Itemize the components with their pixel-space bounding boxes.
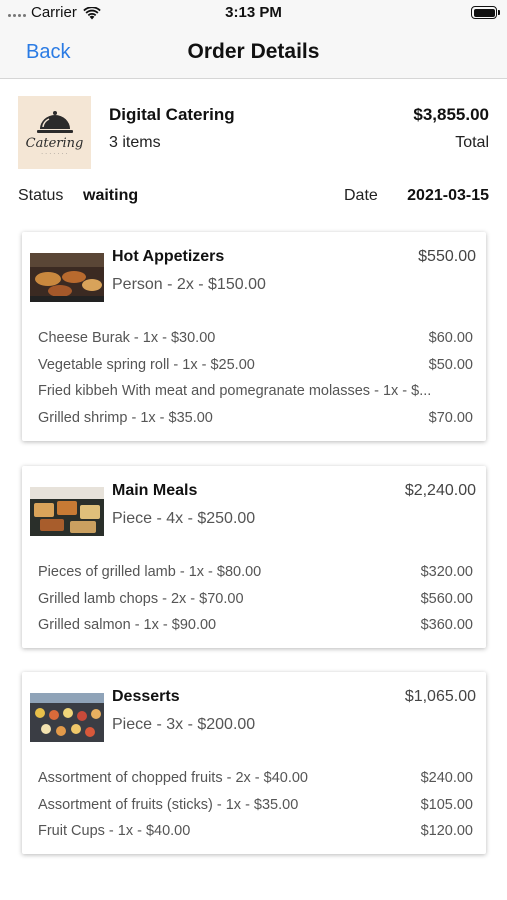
item-price: $2,240.00 [404, 482, 476, 499]
sub-item-list: Assortment of chopped fruits - 2x - $40.… [38, 770, 473, 850]
sub-item-price: $60.00 [428, 330, 473, 346]
battery-icon [471, 6, 500, 19]
sub-item-price: $50.00 [428, 356, 473, 373]
item-thumbnail-desserts [30, 693, 104, 742]
sub-item-name: Cheese Burak - 1x - $30.00 [38, 330, 216, 346]
status-bar: Carrier 3:13 PM [0, 0, 507, 28]
sub-item-name: Vegetable spring roll - 1x - $25.00 [38, 356, 255, 373]
sub-item-name: Assortment of chopped fruits - 2x - $40.… [38, 770, 308, 786]
item-unit-info: Piece - 3x - $200.00 [112, 716, 256, 733]
sub-item-name: Fruit Cups - 1x - $40.00 [38, 823, 191, 839]
sub-item-row: Fruit Cups - 1x - $40.00 $120.00 [38, 823, 473, 850]
sub-item-list: Pieces of grilled lamb - 1x - $80.00 $32… [38, 564, 473, 644]
status-label: Status [18, 187, 64, 204]
sub-item-row: Fried kibbeh With meat and pomegranate m… [38, 383, 473, 410]
clock: 3:13 PM [225, 4, 282, 21]
sub-item-name: Grilled shrimp - 1x - $35.00 [38, 409, 213, 426]
logo-wordmark: Catering [25, 135, 84, 151]
item-name: Hot Appetizers [112, 248, 225, 265]
logo-tagline: · · · · · · · [41, 150, 68, 157]
sub-item-row: Grilled salmon - 1x - $90.00 $360.00 [38, 617, 473, 644]
item-unit-info: Piece - 4x - $250.00 [112, 510, 256, 527]
sub-item-row: Assortment of chopped fruits - 2x - $40.… [38, 770, 473, 797]
sub-item-name: Grilled lamb chops - 2x - $70.00 [38, 590, 244, 607]
sub-item-price: $360.00 [420, 617, 473, 633]
page-title: Order Details [187, 40, 320, 63]
sub-item-price: $120.00 [420, 823, 473, 839]
sub-item-price: $105.00 [420, 796, 473, 813]
vendor-logo: Catering · · · · · · · [18, 96, 91, 169]
item-name: Main Meals [112, 482, 198, 499]
sub-item-list: Cheese Burak - 1x - $30.00 $60.00 Vegeta… [38, 330, 473, 436]
sub-item-price: $320.00 [420, 564, 473, 580]
sub-item-row: Assortment of fruits (sticks) - 1x - $35… [38, 797, 473, 824]
sub-item-name: Assortment of fruits (sticks) - 1x - $35… [38, 796, 299, 813]
sub-item-row: Cheese Burak - 1x - $30.00 $60.00 [38, 330, 473, 357]
item-thumbnail-main-meals [30, 487, 104, 536]
sub-item-name: Pieces of grilled lamb - 1x - $80.00 [38, 564, 262, 580]
sub-item-row: Grilled lamb chops - 2x - $70.00 $560.00 [38, 591, 473, 618]
order-item-card[interactable]: Desserts $1,065.00 Piece - 3x - $200.00 … [22, 672, 486, 854]
item-thumbnail-hot-appetizers [30, 253, 104, 302]
item-name: Desserts [112, 688, 180, 705]
sub-item-row: Grilled shrimp - 1x - $35.00 $70.00 [38, 410, 473, 437]
order-item-card[interactable]: Main Meals $2,240.00 Piece - 4x - $250.0… [22, 466, 486, 648]
sub-item-price: $70.00 [428, 409, 473, 426]
order-item-card[interactable]: Hot Appetizers $550.00 Person - 2x - $15… [22, 232, 486, 441]
date-label: Date [344, 187, 378, 204]
sub-item-name: Fried kibbeh With meat and pomegranate m… [38, 383, 432, 399]
sub-item-row: Vegetable spring roll - 1x - $25.00 $50.… [38, 357, 473, 384]
order-header: Catering · · · · · · · Digital Catering … [0, 79, 507, 219]
navigation-bar: Back Order Details [0, 28, 507, 79]
cloche-icon [36, 110, 73, 133]
item-count: 3 items [109, 134, 161, 151]
item-unit-info: Person - 2x - $150.00 [112, 276, 266, 293]
sub-item-name: Grilled salmon - 1x - $90.00 [38, 617, 217, 633]
sub-item-price: $240.00 [420, 770, 473, 786]
sub-item-price: $560.00 [420, 590, 473, 607]
sub-item-row: Pieces of grilled lamb - 1x - $80.00 $32… [38, 564, 473, 591]
item-price: $1,065.00 [404, 688, 476, 705]
total-label: Total [455, 134, 489, 151]
order-total: $3,855.00 [413, 105, 489, 124]
vendor-name: Digital Catering [109, 105, 235, 124]
item-price: $550.00 [418, 248, 476, 265]
date-value: 2021-03-15 [407, 187, 489, 204]
status-value: waiting [83, 187, 139, 204]
